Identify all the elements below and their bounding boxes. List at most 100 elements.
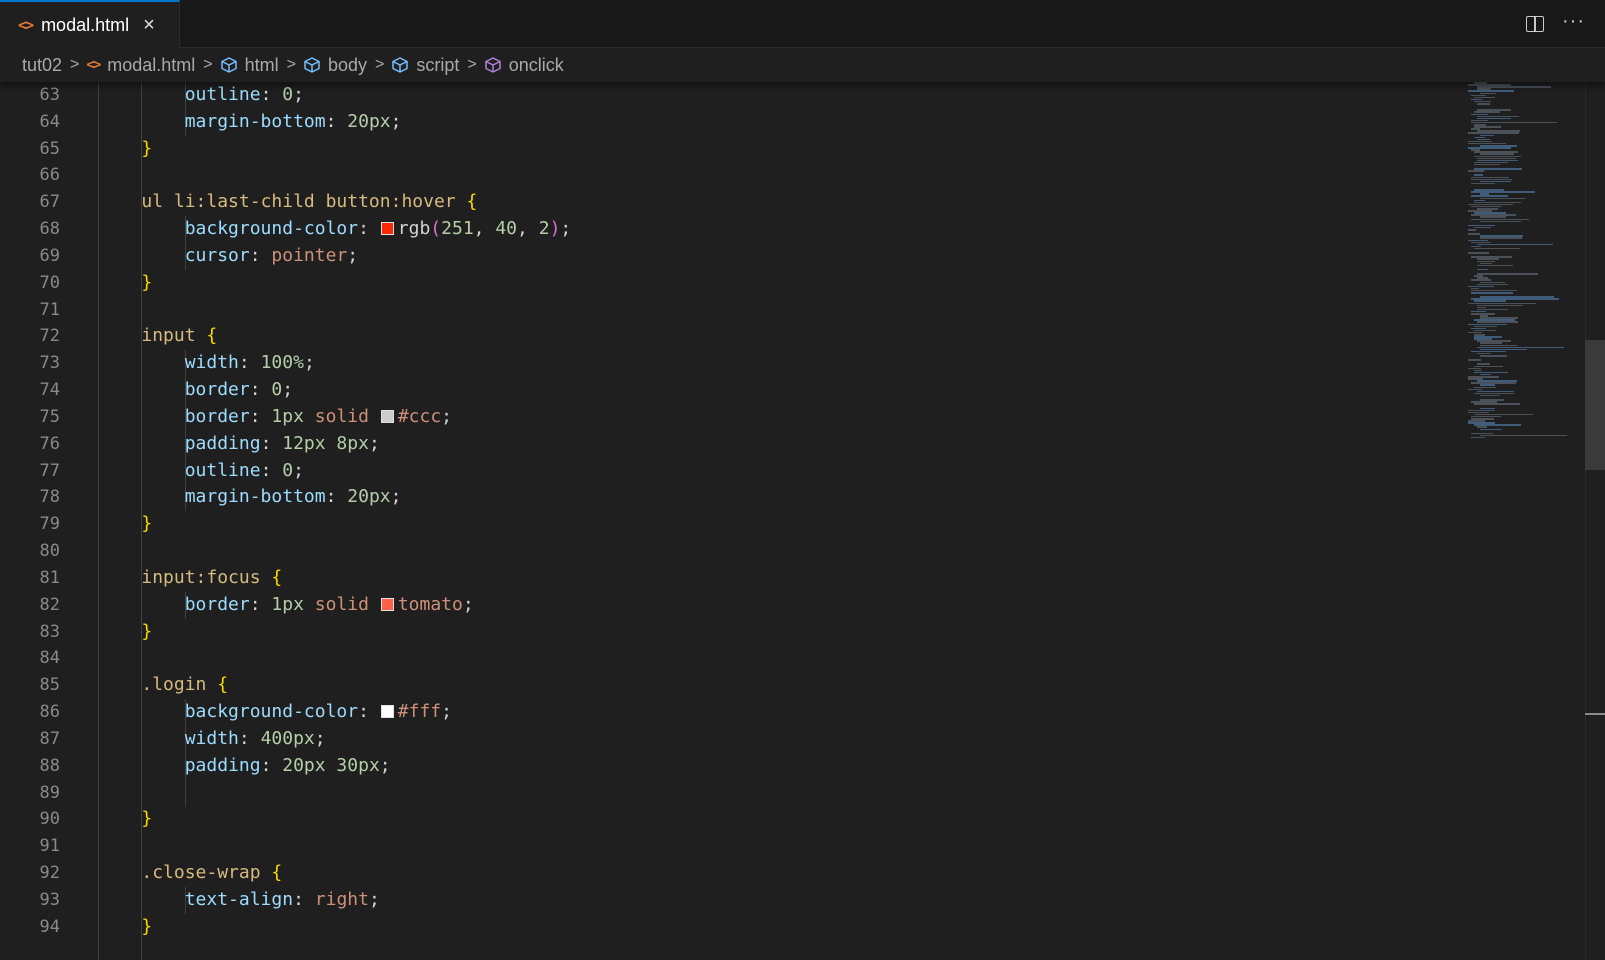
line-number: 86	[39, 702, 60, 723]
breadcrumb-body[interactable]: body	[303, 55, 367, 76]
scrollbar-cursor-marker	[1585, 713, 1605, 715]
symbol-element-icon	[220, 57, 237, 73]
minimap-line	[1480, 394, 1500, 397]
code-line: padding: 12px 8px;	[184, 432, 380, 454]
vertical-scrollbar[interactable]	[1585, 82, 1605, 960]
color-swatch[interactable]	[380, 409, 394, 423]
minimap-line	[1477, 103, 1491, 105]
line-number: 84	[39, 648, 60, 669]
line-number: 70	[39, 272, 60, 293]
symbol-element-icon	[304, 57, 320, 73]
code-line: }	[141, 271, 153, 293]
breadcrumb-script[interactable]: script	[391, 55, 459, 76]
code-editor: <> modal.html × ··· tut02 > <> modal.htm…	[0, 0, 1605, 960]
code-line: width: 400px;	[184, 727, 326, 749]
line-number: 83	[39, 621, 60, 642]
line-number: 88	[39, 755, 60, 776]
minimap-line	[1474, 163, 1500, 166]
code-line: .login {	[141, 674, 229, 696]
breadcrumb-file[interactable]: <> modal.html	[86, 55, 195, 76]
code-line: border: 0;	[184, 379, 294, 401]
code-area[interactable]: 63 64 65 66 67 68 69 70 71 72 73 74 75 76 77 78 79 80 81 82…	[0, 82, 1605, 960]
tab-bar: <> modal.html × ···	[0, 0, 1605, 48]
breadcrumb: tut02 > <> modal.html > html > body > sc…	[0, 48, 1605, 82]
minimap-line	[1468, 359, 1482, 361]
line-number: 68	[39, 219, 60, 240]
code-line: }	[141, 513, 153, 535]
code-line: }	[141, 137, 153, 159]
code-line: border: 1px solid tomato;	[184, 593, 474, 615]
code-line: .close-wrap {	[141, 862, 283, 884]
html-file-icon: <>	[86, 57, 101, 73]
code-line: background-color: #fff;	[184, 701, 452, 723]
minimap-line	[1468, 229, 1476, 231]
line-number: 91	[39, 836, 60, 857]
minimap-line	[1468, 170, 1484, 172]
minimap-line	[1474, 247, 1520, 250]
breadcrumb-folder-label: tut02	[22, 54, 63, 75]
minimap-line	[1468, 233, 1480, 235]
code-line: width: 100%;	[184, 352, 315, 374]
minimap-line	[1480, 197, 1526, 199]
color-swatch[interactable]	[380, 705, 394, 719]
split-editor-icon[interactable]	[1526, 16, 1545, 32]
line-number: 71	[39, 299, 60, 320]
scrollbar-thumb[interactable]	[1585, 340, 1605, 470]
line-number-gutter: 63 64 65 66 67 68 69 70 71 72 73 74 75 76 77 78 79 80 81 82…	[0, 82, 60, 941]
line-number: 67	[39, 192, 60, 213]
breadcrumb-folder[interactable]: tut02	[22, 55, 62, 76]
breadcrumb-html[interactable]: html	[220, 55, 279, 76]
line-number: 73	[39, 353, 60, 374]
line-number: 92	[39, 863, 60, 884]
breadcrumb-onclick-label: onclick	[508, 54, 564, 75]
breadcrumb-html-label: html	[244, 54, 279, 75]
line-number: 85	[39, 675, 60, 696]
chevron-right-icon: >	[286, 56, 296, 73]
chevron-right-icon: >	[70, 56, 80, 73]
minimap-line	[1471, 436, 1485, 439]
line-number: 90	[39, 809, 60, 830]
code-line: input {	[141, 325, 218, 347]
minimap-line	[1477, 268, 1488, 271]
breadcrumb-onclick[interactable]: onclick	[484, 55, 564, 76]
code-line: }	[141, 915, 153, 937]
line-number: 79	[39, 514, 60, 535]
line-number: 66	[39, 165, 60, 186]
line-number: 78	[39, 487, 60, 508]
chevron-right-icon: >	[375, 56, 385, 73]
minimap-line	[1471, 292, 1513, 294]
tab-label: modal.html	[41, 14, 130, 35]
line-number: 63	[39, 85, 60, 105]
editor-actions: ···	[1526, 0, 1585, 48]
line-number: 80	[39, 541, 60, 562]
minimap[interactable]	[1468, 82, 1588, 442]
close-icon[interactable]: ×	[143, 15, 155, 35]
minimap-line	[1480, 355, 1507, 357]
minimap-line	[1474, 403, 1520, 405]
code-line: outline: 0;	[184, 84, 304, 105]
code-line: input:focus {	[141, 566, 283, 588]
line-number: 74	[39, 380, 60, 401]
code-line: margin-bottom: 20px;	[184, 486, 402, 508]
code-line: outline: 0;	[184, 459, 304, 481]
line-number: 89	[39, 782, 60, 803]
line-number: 87	[39, 728, 60, 749]
code-line: text-align: right;	[184, 888, 380, 910]
minimap-line	[1480, 428, 1502, 430]
html-file-icon: <>	[18, 16, 34, 34]
code-line: border: 1px solid #ccc;	[184, 405, 453, 427]
color-swatch[interactable]	[380, 222, 394, 236]
line-number: 93	[39, 889, 60, 910]
color-swatch[interactable]	[380, 597, 394, 611]
minimap-line	[1471, 182, 1496, 185]
breadcrumb-file-label: modal.html	[107, 54, 196, 75]
tab-modal-html[interactable]: <> modal.html ×	[0, 0, 180, 48]
more-actions-icon[interactable]: ···	[1562, 11, 1585, 31]
symbol-element-icon	[392, 57, 409, 73]
breadcrumb-body-label: body	[327, 54, 368, 75]
code-line: cursor: pointer;	[184, 244, 359, 266]
breadcrumb-script-label: script	[416, 54, 460, 75]
